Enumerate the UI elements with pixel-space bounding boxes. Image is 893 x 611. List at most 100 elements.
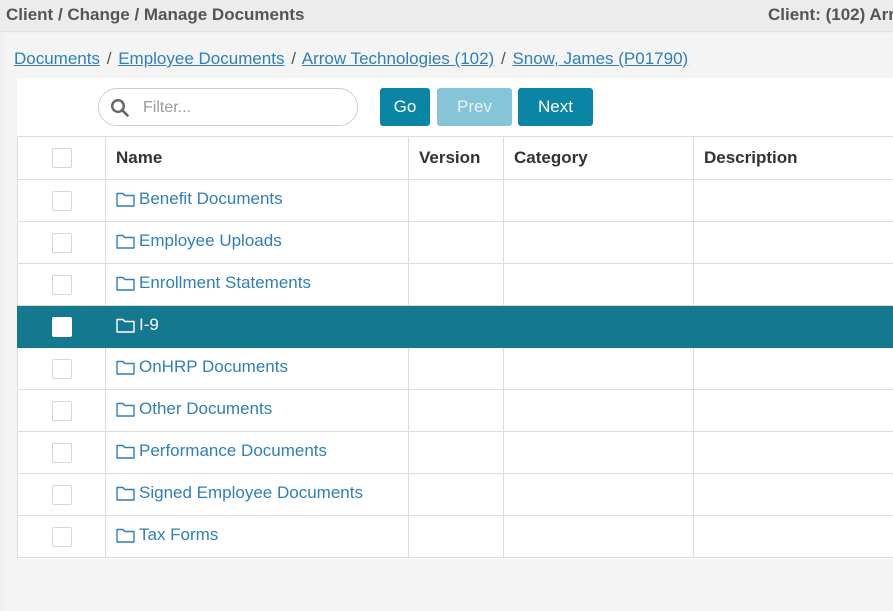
folder-icon: [116, 234, 135, 249]
description-cell: [693, 221, 893, 264]
folder-link[interactable]: Performance Documents: [116, 441, 327, 461]
version-cell: [408, 515, 504, 558]
folder-icon: [116, 402, 135, 417]
breadcrumb-separator: /: [106, 49, 112, 68]
folder-name: Benefit Documents: [139, 189, 283, 208]
row-checkbox[interactable]: [51, 358, 72, 379]
folder-link[interactable]: I-9: [116, 315, 159, 335]
row-checkbox[interactable]: [51, 400, 72, 421]
description-cell: [693, 515, 893, 558]
folder-link[interactable]: Employee Uploads: [116, 231, 282, 251]
row-select-cell: [17, 305, 106, 348]
name-cell: Other Documents: [105, 389, 409, 432]
go-button[interactable]: Go: [380, 88, 430, 126]
version-cell: [408, 179, 504, 222]
name-cell: Employee Uploads: [105, 221, 409, 264]
description-cell: [693, 179, 893, 222]
row-checkbox[interactable]: [51, 190, 72, 211]
breadcrumb-separator: /: [500, 49, 506, 68]
table-row[interactable]: Performance Documents: [17, 431, 893, 474]
folder-link[interactable]: OnHRP Documents: [116, 357, 288, 377]
folder-name: Signed Employee Documents: [139, 483, 363, 502]
folder-link[interactable]: Enrollment Statements: [116, 273, 311, 293]
table-row[interactable]: OnHRP Documents: [17, 347, 893, 390]
table-row[interactable]: Enrollment Statements: [17, 263, 893, 306]
category-cell: [503, 179, 694, 222]
table-row[interactable]: Employee Uploads: [17, 221, 893, 264]
description-cell: [693, 431, 893, 474]
next-button[interactable]: Next: [518, 88, 593, 126]
column-header-version[interactable]: Version: [408, 136, 504, 180]
name-cell: Tax Forms: [105, 515, 409, 558]
category-cell: [503, 389, 694, 432]
breadcrumb-link-employee-documents[interactable]: Employee Documents: [118, 49, 284, 68]
category-cell: [503, 515, 694, 558]
documents-panel: Go Prev Next Name Version Category: [17, 78, 893, 559]
filter-box: [98, 88, 358, 126]
table-row[interactable]: Signed Employee Documents: [17, 473, 893, 516]
category-cell: [503, 473, 694, 516]
version-cell: [408, 473, 504, 516]
description-cell: [693, 263, 893, 306]
folder-icon: [116, 276, 135, 291]
name-cell: Benefit Documents: [105, 179, 409, 222]
table-header-row: Name Version Category Description: [17, 136, 893, 180]
row-checkbox[interactable]: [51, 232, 72, 253]
folder-icon: [116, 486, 135, 501]
table-row[interactable]: Benefit Documents: [17, 179, 893, 222]
prev-button[interactable]: Prev: [437, 88, 512, 126]
row-checkbox[interactable]: [51, 442, 72, 463]
version-cell: [408, 347, 504, 390]
category-cell: [503, 263, 694, 306]
row-checkbox[interactable]: [51, 526, 72, 547]
row-select-cell: [17, 347, 106, 390]
name-cell: Signed Employee Documents: [105, 473, 409, 516]
version-cell: [408, 221, 504, 264]
folder-icon: [116, 318, 135, 333]
folder-name: Employee Uploads: [139, 231, 282, 250]
table-row[interactable]: Other Documents: [17, 389, 893, 432]
folder-icon: [116, 192, 135, 207]
folder-icon: [116, 528, 135, 543]
version-cell: [408, 263, 504, 306]
table-row[interactable]: Tax Forms: [17, 515, 893, 558]
name-cell: Performance Documents: [105, 431, 409, 474]
breadcrumb-link-documents[interactable]: Documents: [14, 49, 100, 68]
folder-name: Performance Documents: [139, 441, 328, 460]
breadcrumb-link-client[interactable]: Arrow Technologies (102): [302, 49, 494, 68]
folder-name: Tax Forms: [139, 525, 219, 544]
folder-icon: [116, 444, 135, 459]
description-cell: [693, 473, 893, 516]
client-indicator: Client: (102) Arrow Technologies: [768, 5, 893, 24]
select-all-checkbox[interactable]: [51, 148, 72, 169]
description-cell: [693, 347, 893, 390]
row-checkbox[interactable]: [51, 484, 72, 505]
category-cell: [503, 305, 694, 348]
folder-link[interactable]: Benefit Documents: [116, 189, 283, 209]
row-checkbox[interactable]: [51, 316, 72, 337]
table-body: Benefit Documents Employee Uploads Enrollm…: [17, 179, 893, 558]
main-content: Documents / Employee Documents / Arrow T…: [4, 33, 893, 611]
column-header-description[interactable]: Description: [693, 136, 893, 180]
description-cell: [693, 305, 893, 348]
row-select-cell: [17, 263, 106, 306]
folder-name: Other Documents: [139, 399, 273, 418]
breadcrumb-link-employee[interactable]: Snow, James (P01790): [512, 49, 688, 68]
name-cell: Enrollment Statements: [105, 263, 409, 306]
row-checkbox[interactable]: [51, 274, 72, 295]
folder-link[interactable]: Tax Forms: [116, 525, 218, 545]
column-header-name[interactable]: Name: [105, 136, 409, 180]
column-header-category[interactable]: Category: [503, 136, 694, 180]
folder-link[interactable]: Other Documents: [116, 399, 272, 419]
description-cell: [693, 389, 893, 432]
breadcrumb-separator: /: [291, 49, 296, 68]
toolbar: Go Prev Next: [17, 78, 893, 136]
version-cell: [408, 305, 504, 348]
row-select-cell: [17, 515, 106, 558]
name-cell: OnHRP Documents: [105, 347, 409, 390]
row-select-cell: [17, 389, 106, 432]
row-select-cell: [17, 221, 106, 264]
filter-input[interactable]: [143, 97, 343, 119]
folder-link[interactable]: Signed Employee Documents: [116, 483, 363, 503]
table-row[interactable]: I-9: [17, 305, 893, 348]
